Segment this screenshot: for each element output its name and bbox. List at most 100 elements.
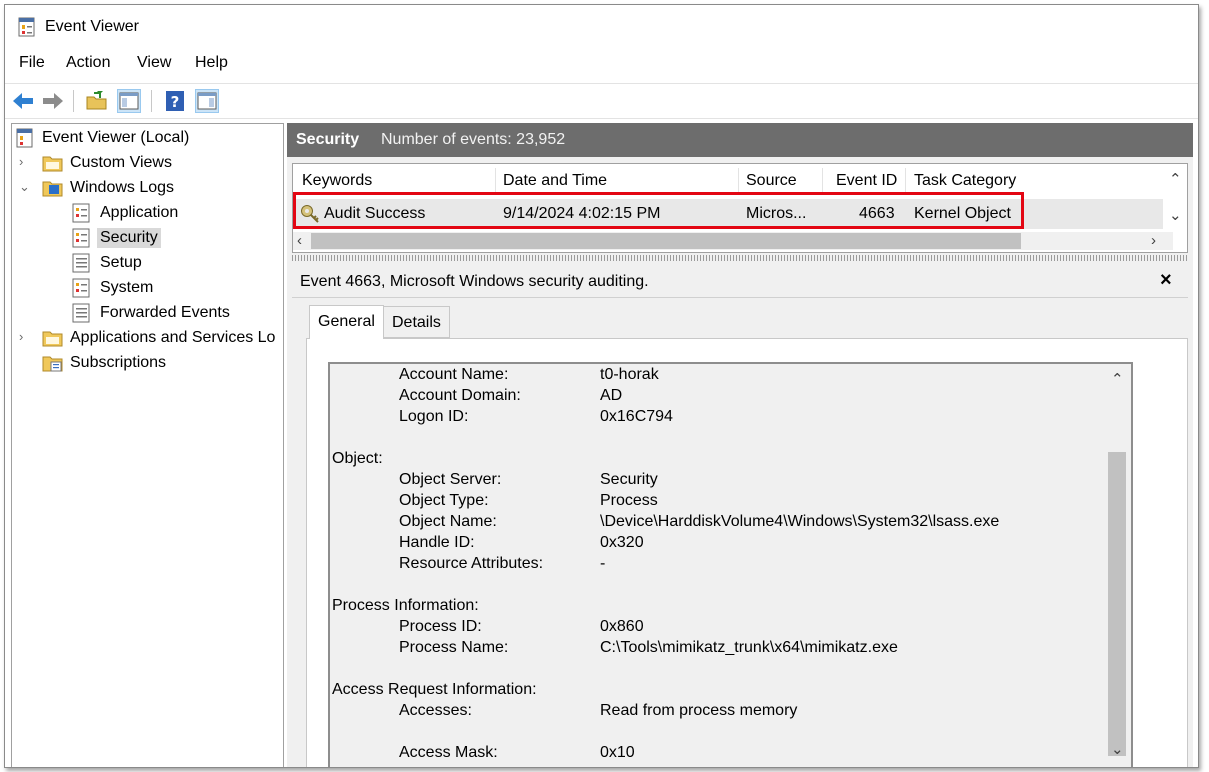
field-label: Handle ID: xyxy=(399,534,475,551)
field-label: Process Name: xyxy=(399,639,509,656)
event-count: Number of events: 23,952 xyxy=(381,131,566,148)
folder-icon xyxy=(42,153,64,178)
field-value: t0-horak xyxy=(600,366,659,383)
event-description-textbox[interactable]: Account Name: t0-horak Account Domain: A… xyxy=(328,362,1133,767)
field-value: 0x16C794 xyxy=(600,408,673,425)
scrollbar-thumb[interactable] xyxy=(1108,452,1126,756)
chevron-right-icon[interactable]: › xyxy=(19,329,33,345)
tree-item-application[interactable]: Application xyxy=(14,201,274,225)
tree-label: Application xyxy=(100,204,179,221)
tree-item-windows-logs[interactable]: ⌄ Windows Logs xyxy=(14,176,274,200)
tree-label: Setup xyxy=(100,254,142,271)
field-value: - xyxy=(600,555,606,572)
section-heading: Access Request Information: xyxy=(332,681,537,698)
tree-label: Security xyxy=(97,228,161,248)
log-icon xyxy=(72,253,90,278)
tree-item-forwarded-events[interactable]: Forwarded Events xyxy=(14,301,274,325)
column-header-event-id[interactable]: Event ID xyxy=(836,172,897,190)
chevron-down-icon[interactable]: ⌄ xyxy=(19,179,33,195)
field-label: Object Name: xyxy=(399,513,497,530)
event-viewer-window: Event Viewer File Action View Help ? Eve… xyxy=(4,4,1199,768)
tree-root-event-viewer[interactable]: Event Viewer (Local) xyxy=(14,126,274,150)
back-arrow-icon[interactable] xyxy=(11,89,35,113)
scroll-down-arrow-icon[interactable]: ⌄ xyxy=(1169,208,1182,223)
field-label: Account Domain: xyxy=(399,387,521,404)
field-label: Logon ID: xyxy=(399,408,469,425)
show-hide-console-tree-icon[interactable] xyxy=(117,89,141,113)
column-header-keywords[interactable]: Keywords xyxy=(302,172,372,190)
subscriptions-icon xyxy=(42,353,64,378)
field-value: 0x10 xyxy=(600,744,635,761)
menu-help[interactable]: Help xyxy=(195,54,228,72)
scroll-up-arrow-icon[interactable]: ⌃ xyxy=(1111,372,1124,387)
tree-label: System xyxy=(100,279,154,296)
scroll-right-arrow-icon[interactable]: › xyxy=(1151,233,1156,248)
column-divider[interactable] xyxy=(822,168,823,195)
forward-arrow-icon[interactable] xyxy=(41,89,65,113)
vertical-scrollbar[interactable]: ⌃ ⌄ xyxy=(1105,364,1129,767)
field-value: 0x320 xyxy=(600,534,644,551)
section-heading: Object: xyxy=(332,450,383,467)
field-value: 0x860 xyxy=(600,618,644,635)
divider xyxy=(292,297,1188,298)
chevron-right-icon[interactable]: › xyxy=(19,154,33,170)
tree-label: Event Viewer (Local) xyxy=(42,129,190,146)
log-icon xyxy=(72,278,90,303)
scroll-left-arrow-icon[interactable]: ‹ xyxy=(297,233,302,248)
tab-general[interactable]: General xyxy=(309,305,384,339)
console-tree: Event Viewer (Local) › Custom Views ⌄ Wi… xyxy=(11,123,284,767)
column-divider[interactable] xyxy=(905,168,906,195)
event-viewer-icon xyxy=(16,128,34,153)
log-icon xyxy=(72,228,90,253)
menu-view[interactable]: View xyxy=(137,54,171,72)
field-label: Object Type: xyxy=(399,492,489,509)
column-header-task-category[interactable]: Task Category xyxy=(914,172,1016,190)
tree-item-subscriptions[interactable]: Subscriptions xyxy=(14,351,274,375)
pane-splitter[interactable] xyxy=(292,255,1188,261)
red-highlight-box xyxy=(293,192,1024,229)
field-value: Security xyxy=(600,471,658,488)
svg-text:?: ? xyxy=(171,93,180,111)
scrollbar-thumb[interactable] xyxy=(311,233,1021,249)
tree-item-applications-and-services-logs[interactable]: › Applications and Services Lo xyxy=(14,326,282,350)
field-value: Read from process memory xyxy=(600,702,798,719)
column-header-source[interactable]: Source xyxy=(746,172,797,190)
log-icon xyxy=(72,203,90,228)
field-label: Resource Attributes: xyxy=(399,555,544,572)
log-header: Security Number of events: 23,952 xyxy=(287,123,1193,157)
field-label: Access Mask: xyxy=(399,744,498,761)
field-value: \Device\HarddiskVolume4\Windows\System32… xyxy=(600,513,1000,530)
horizontal-scrollbar[interactable]: ‹ › xyxy=(293,232,1173,250)
general-tab-panel: Account Name: t0-horak Account Domain: A… xyxy=(306,338,1188,767)
menu-action[interactable]: Action xyxy=(66,54,110,72)
window-title: Event Viewer xyxy=(45,18,139,35)
log-name: Security xyxy=(296,131,360,148)
event-viewer-app-icon xyxy=(18,17,36,42)
scroll-up-arrow-icon[interactable]: ⌃ xyxy=(1169,172,1182,187)
open-folder-icon[interactable] xyxy=(85,89,109,113)
field-label: Process ID: xyxy=(399,618,482,635)
toolbar: ? xyxy=(5,83,1198,119)
tab-details[interactable]: Details xyxy=(383,306,450,338)
section-heading: Process Information: xyxy=(332,597,479,614)
menu-file[interactable]: File xyxy=(19,54,45,72)
column-divider[interactable] xyxy=(495,168,496,195)
log-icon xyxy=(72,303,90,328)
scroll-down-arrow-icon[interactable]: ⌄ xyxy=(1111,742,1124,757)
tree-item-security[interactable]: Security xyxy=(14,226,274,250)
field-value: C:\Tools\mimikatz_trunk\x64\mimikatz.exe xyxy=(600,639,898,656)
menu-bar: File Action View Help xyxy=(5,51,1198,77)
title-bar: Event Viewer xyxy=(5,5,1198,45)
help-icon[interactable]: ? xyxy=(163,89,187,113)
field-label: Object Server: xyxy=(399,471,502,488)
tree-label: Applications and Services Lo xyxy=(70,329,276,346)
tree-item-custom-views[interactable]: › Custom Views xyxy=(14,151,274,175)
toolbar-separator xyxy=(73,90,74,112)
field-value: AD xyxy=(600,387,623,404)
close-icon[interactable]: × xyxy=(1160,269,1172,292)
column-header-date-and-time[interactable]: Date and Time xyxy=(503,172,607,190)
tree-item-system[interactable]: System xyxy=(14,276,274,300)
column-divider[interactable] xyxy=(738,168,739,195)
tree-item-setup[interactable]: Setup xyxy=(14,251,274,275)
show-hide-action-pane-icon[interactable] xyxy=(195,89,219,113)
